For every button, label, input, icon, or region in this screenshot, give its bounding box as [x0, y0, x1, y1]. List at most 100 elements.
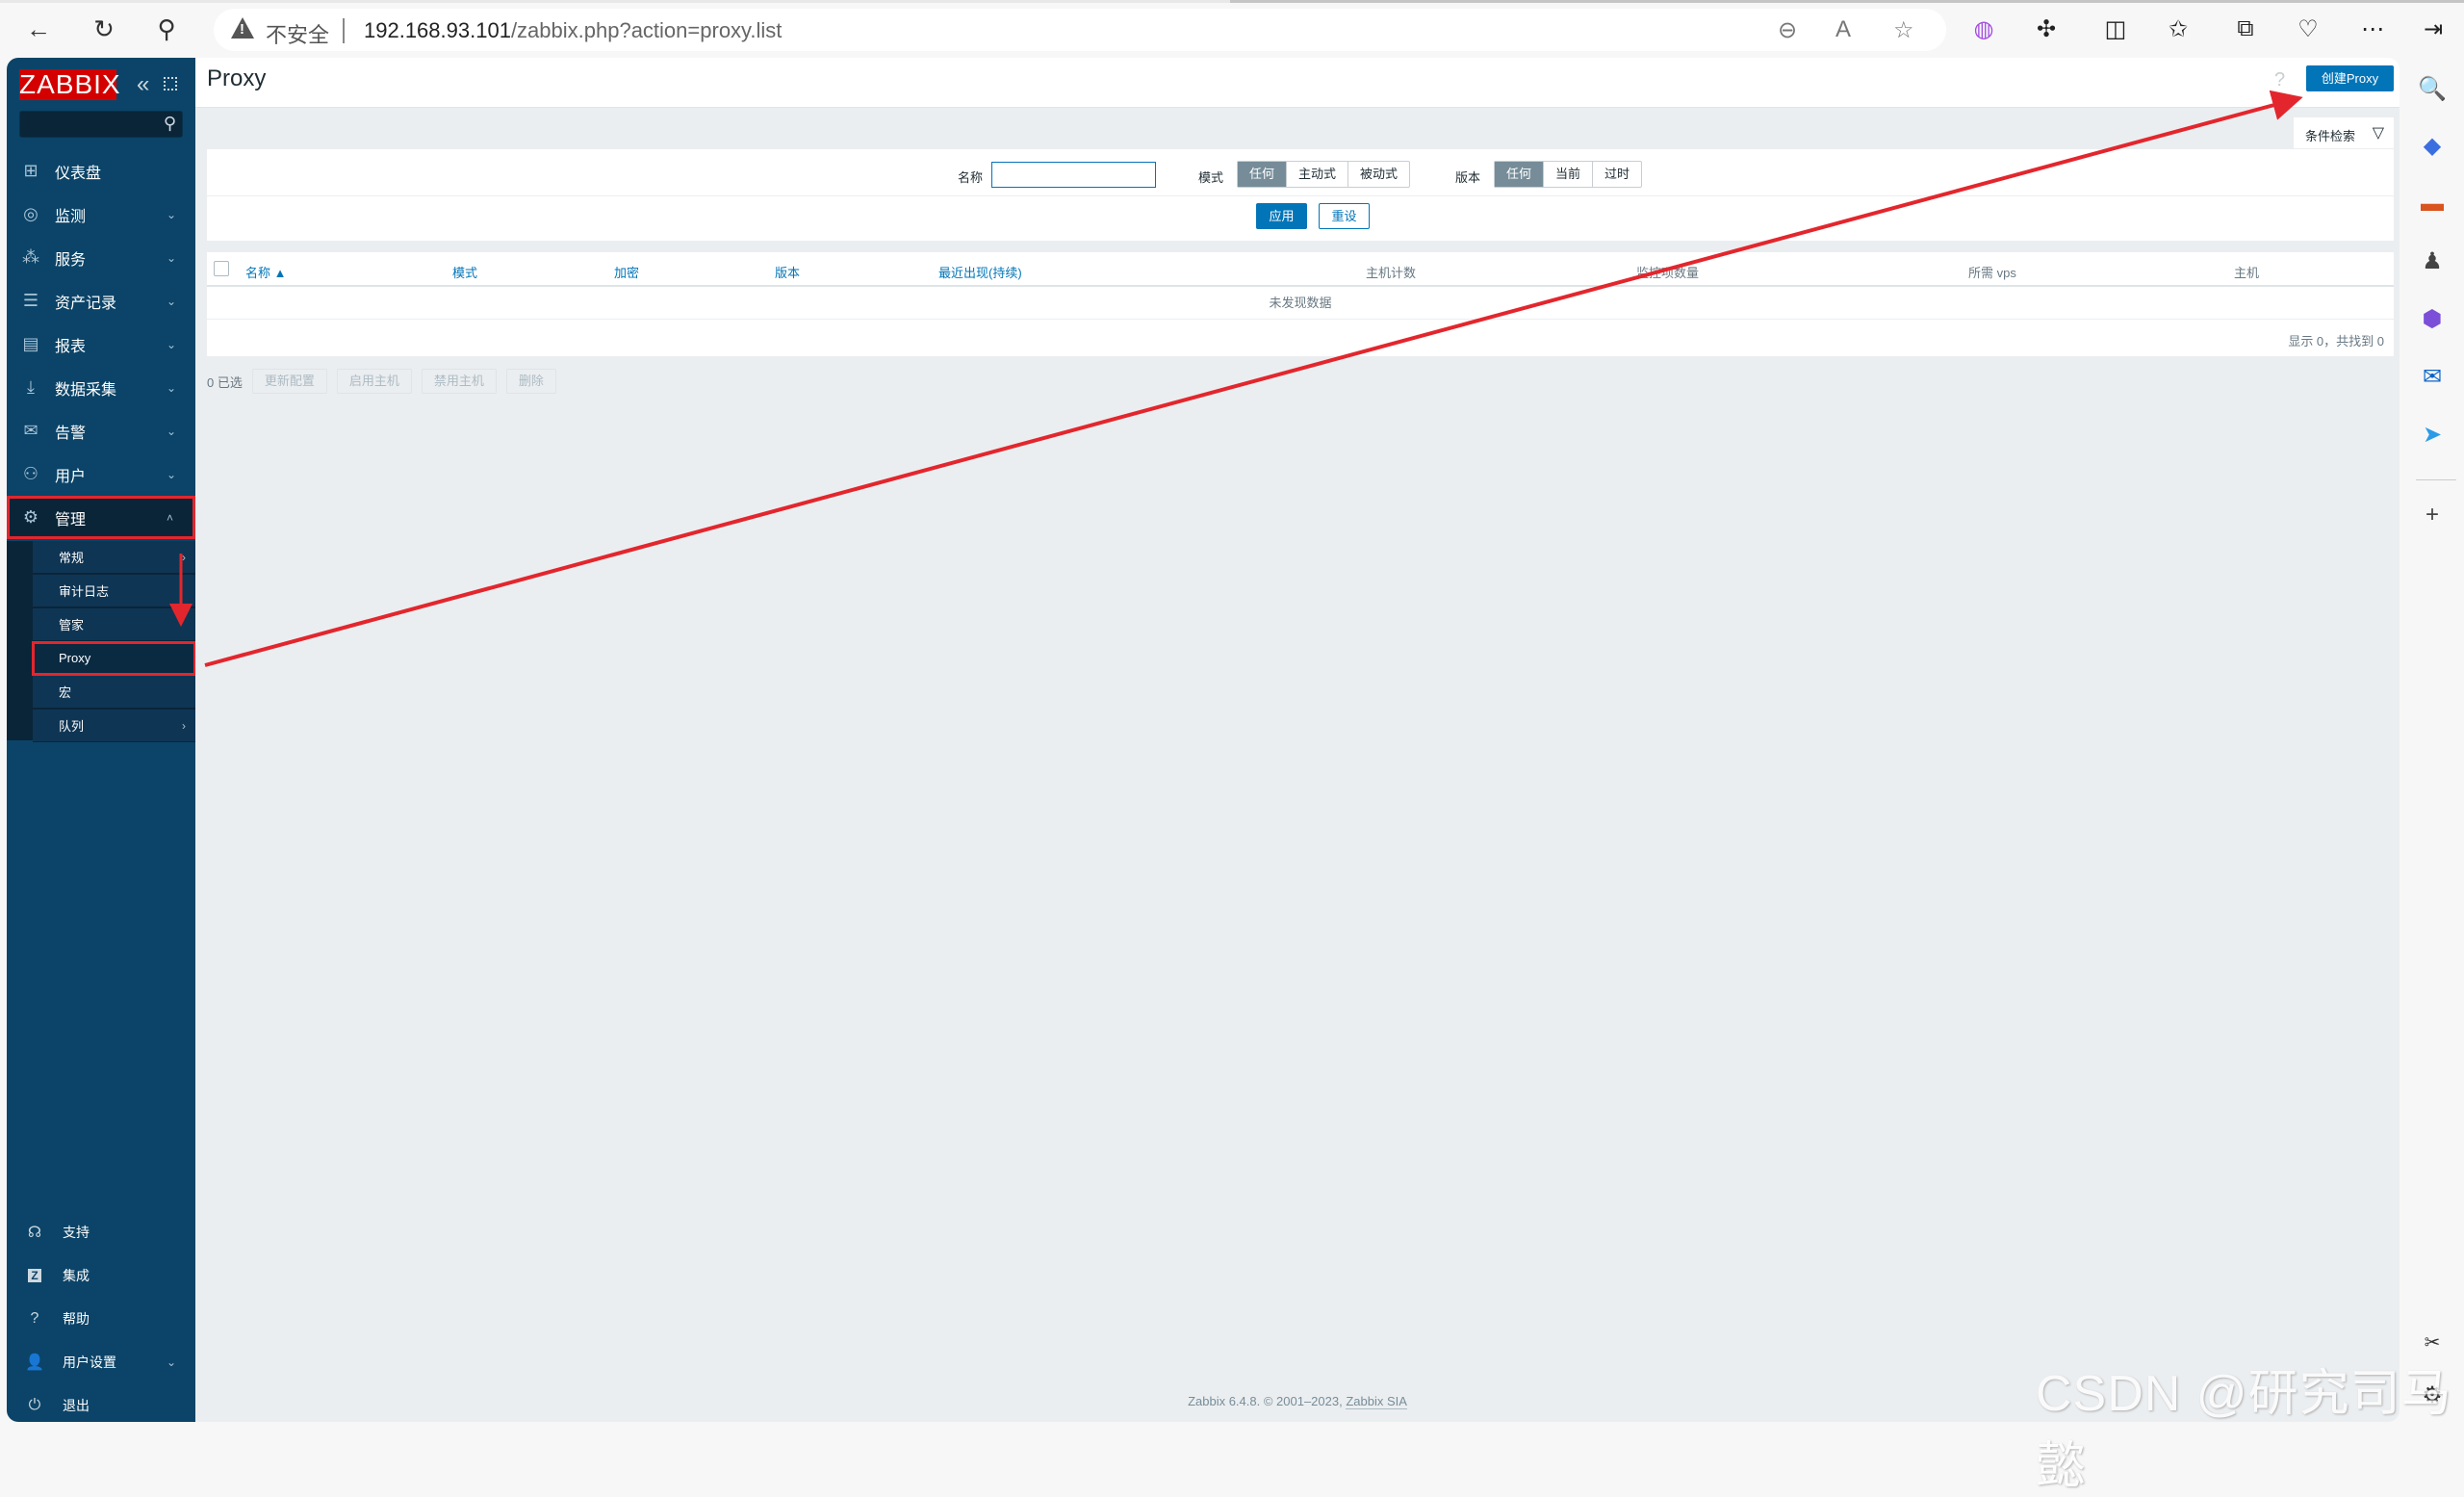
outlook-icon[interactable]: ✉: [2416, 361, 2449, 394]
menu-item-help[interactable]: ? 帮助: [7, 1300, 195, 1338]
reload-icon[interactable]: ↻: [87, 12, 121, 46]
column-name[interactable]: 名称 ▲: [245, 263, 286, 281]
sidebar-search-input[interactable]: ⚲: [19, 111, 183, 138]
screenshot-icon[interactable]: ✂: [2416, 1327, 2449, 1359]
menu-item-administration[interactable]: ⚙ 管理 ˄: [7, 496, 195, 539]
menu-item-reports[interactable]: ▤ 报表 ⌄: [7, 323, 195, 366]
office-icon[interactable]: ⬢: [2416, 303, 2449, 336]
administration-submenu: 常规 › 审计日志 管家 Proxy 宏 队列 ›: [7, 541, 196, 742]
footer-text: Zabbix 6.4.8. © 2001–2023,: [1188, 1394, 1347, 1408]
url-text[interactable]: 192.168.93.101/zabbix.php?action=proxy.l…: [364, 18, 782, 43]
read-aloud-icon[interactable]: A: [1835, 16, 1851, 43]
tools-icon[interactable]: ▬: [2416, 188, 2449, 220]
search-icon[interactable]: ⚲: [164, 114, 176, 134]
submenu-item-general[interactable]: 常规 ›: [33, 541, 195, 574]
menu-item-users[interactable]: ⚇ 用户 ⌄: [7, 452, 195, 496]
select-all-checkbox[interactable]: [214, 261, 229, 276]
chevron-down-icon: ⌄: [167, 1355, 177, 1369]
shopping-tag-icon[interactable]: ◆: [2416, 130, 2449, 163]
version-option-any[interactable]: 任何: [1495, 162, 1544, 187]
zoom-out-icon[interactable]: ⊖: [1778, 16, 1797, 44]
apply-button[interactable]: 应用: [1256, 203, 1307, 229]
submenu-label: 队列: [59, 719, 85, 734]
list-icon: ☰: [22, 291, 39, 310]
reset-button[interactable]: 重设: [1319, 203, 1370, 229]
sidebar-toggle-icon[interactable]: ⇥: [2416, 12, 2451, 46]
address-bar[interactable]: 不安全 192.168.93.101/zabbix.php?action=pro…: [214, 9, 1946, 51]
submenu-item-queue[interactable]: 队列 ›: [33, 710, 195, 742]
menu-item-alerts[interactable]: ✉ 告警 ⌄: [7, 409, 195, 452]
no-data-message: 未发现数据: [207, 287, 2394, 320]
services-icon: ⁂: [22, 247, 39, 267]
submenu-item-macros[interactable]: 宏: [33, 676, 195, 709]
zabbix-logo[interactable]: ZABBIX: [19, 69, 120, 100]
footer: Zabbix 6.4.8. © 2001–2023, Zabbix SIA: [195, 1394, 2400, 1409]
menu-item-integrations[interactable]: Z 集成: [7, 1256, 195, 1295]
extensions-icon[interactable]: ✣: [2029, 12, 2064, 46]
menu-item-data-collection[interactable]: ⤓ 数据采集 ⌄: [7, 366, 195, 409]
split-screen-icon[interactable]: ◫: [2098, 12, 2133, 46]
back-icon[interactable]: ←: [21, 12, 56, 46]
column-mode[interactable]: 模式: [452, 263, 477, 281]
copilot-brain-icon[interactable]: ◍: [1966, 12, 2001, 46]
mode-option-active[interactable]: 主动式: [1286, 162, 1348, 187]
menu-item-support[interactable]: ☊ 支持: [7, 1213, 195, 1252]
mode-option-any[interactable]: 任何: [1238, 162, 1287, 187]
search-icon[interactable]: 🔍: [2416, 73, 2449, 106]
menu-item-dashboard[interactable]: ⊞ 仪表盘: [7, 149, 195, 193]
delete-button[interactable]: 删除: [505, 369, 556, 394]
filter-tab[interactable]: 条件检索 ▽: [2294, 117, 2394, 148]
menu-label: 用户设置: [63, 1355, 116, 1370]
submenu-label: Proxy: [59, 651, 91, 665]
menu-label: 帮助: [63, 1311, 90, 1327]
more-icon[interactable]: ⋯: [2355, 12, 2390, 46]
version-option-outdated[interactable]: 过时: [1592, 162, 1641, 187]
mode-option-passive[interactable]: 被动式: [1348, 162, 1409, 187]
column-host-count: 主机计数: [1366, 266, 1417, 280]
column-encryption[interactable]: 加密: [614, 263, 639, 281]
send-icon[interactable]: ➤: [2416, 419, 2449, 452]
menu-label: 告警: [55, 425, 87, 442]
submenu-item-proxy[interactable]: Proxy: [32, 641, 196, 676]
address-separator: [343, 18, 345, 43]
footer-link[interactable]: Zabbix SIA: [1346, 1394, 1407, 1409]
download-icon: ⤓: [27, 377, 35, 397]
menu-item-sign-out[interactable]: ⏻ 退出: [7, 1386, 195, 1425]
refresh-config-button[interactable]: 更新配置: [251, 369, 327, 394]
version-option-current[interactable]: 当前: [1543, 162, 1592, 187]
settings-icon[interactable]: ⚙: [2416, 1380, 2449, 1412]
column-version[interactable]: 版本: [775, 263, 800, 281]
chevron-down-icon: ⌄: [167, 250, 177, 265]
url-path: /zabbix.php?action=proxy.list: [510, 18, 783, 42]
gear-icon: ⚙: [22, 507, 39, 527]
favorite-star-icon[interactable]: ☆: [1893, 16, 1914, 44]
mode-segmented-control: 任何 主动式 被动式: [1237, 161, 1411, 188]
page-title: Proxy: [207, 65, 267, 91]
games-icon[interactable]: ♟: [2416, 245, 2449, 278]
disable-hosts-button[interactable]: 禁用主机: [421, 369, 497, 394]
chevron-down-icon: ⌄: [167, 294, 177, 308]
menu-item-services[interactable]: ⁂ 服务 ⌄: [7, 236, 195, 279]
menu-item-user-settings[interactable]: 👤 用户设置 ⌄: [7, 1343, 195, 1381]
name-label: 名称: [958, 170, 984, 185]
submenu-item-audit-log[interactable]: 审计日志: [33, 575, 195, 607]
create-proxy-button[interactable]: 创建Proxy: [2306, 65, 2394, 91]
power-icon: ⏻: [28, 1397, 41, 1413]
sidebar: ZABBIX « ⚲ ⊞ 仪表盘 ◎ 监测 ⌄ ⁂ 服务 ⌄ ☰ 资产记录 ⌄ …: [7, 58, 196, 1425]
menu-item-monitoring[interactable]: ◎ 监测 ⌄: [7, 193, 195, 236]
browser-health-icon[interactable]: ♡: [2291, 12, 2325, 46]
mail-icon: ✉: [23, 421, 38, 440]
mode-label: 模式: [1198, 170, 1224, 185]
search-icon[interactable]: ⚲: [149, 12, 184, 46]
kiosk-mode-icon[interactable]: [164, 77, 177, 90]
help-icon[interactable]: ?: [2274, 69, 2285, 91]
menu-item-inventory[interactable]: ☰ 资产记录 ⌄: [7, 279, 195, 323]
collapse-sidebar-icon[interactable]: «: [137, 71, 149, 98]
name-input[interactable]: [991, 162, 1156, 188]
column-last-seen[interactable]: 最近出现(持续): [938, 263, 1022, 281]
add-icon[interactable]: +: [2416, 499, 2449, 531]
collections-icon[interactable]: ⧉: [2228, 12, 2263, 46]
submenu-item-housekeeping[interactable]: 管家: [33, 608, 195, 641]
enable-hosts-button[interactable]: 启用主机: [336, 369, 412, 394]
favorites-icon[interactable]: ✩: [2161, 12, 2195, 46]
